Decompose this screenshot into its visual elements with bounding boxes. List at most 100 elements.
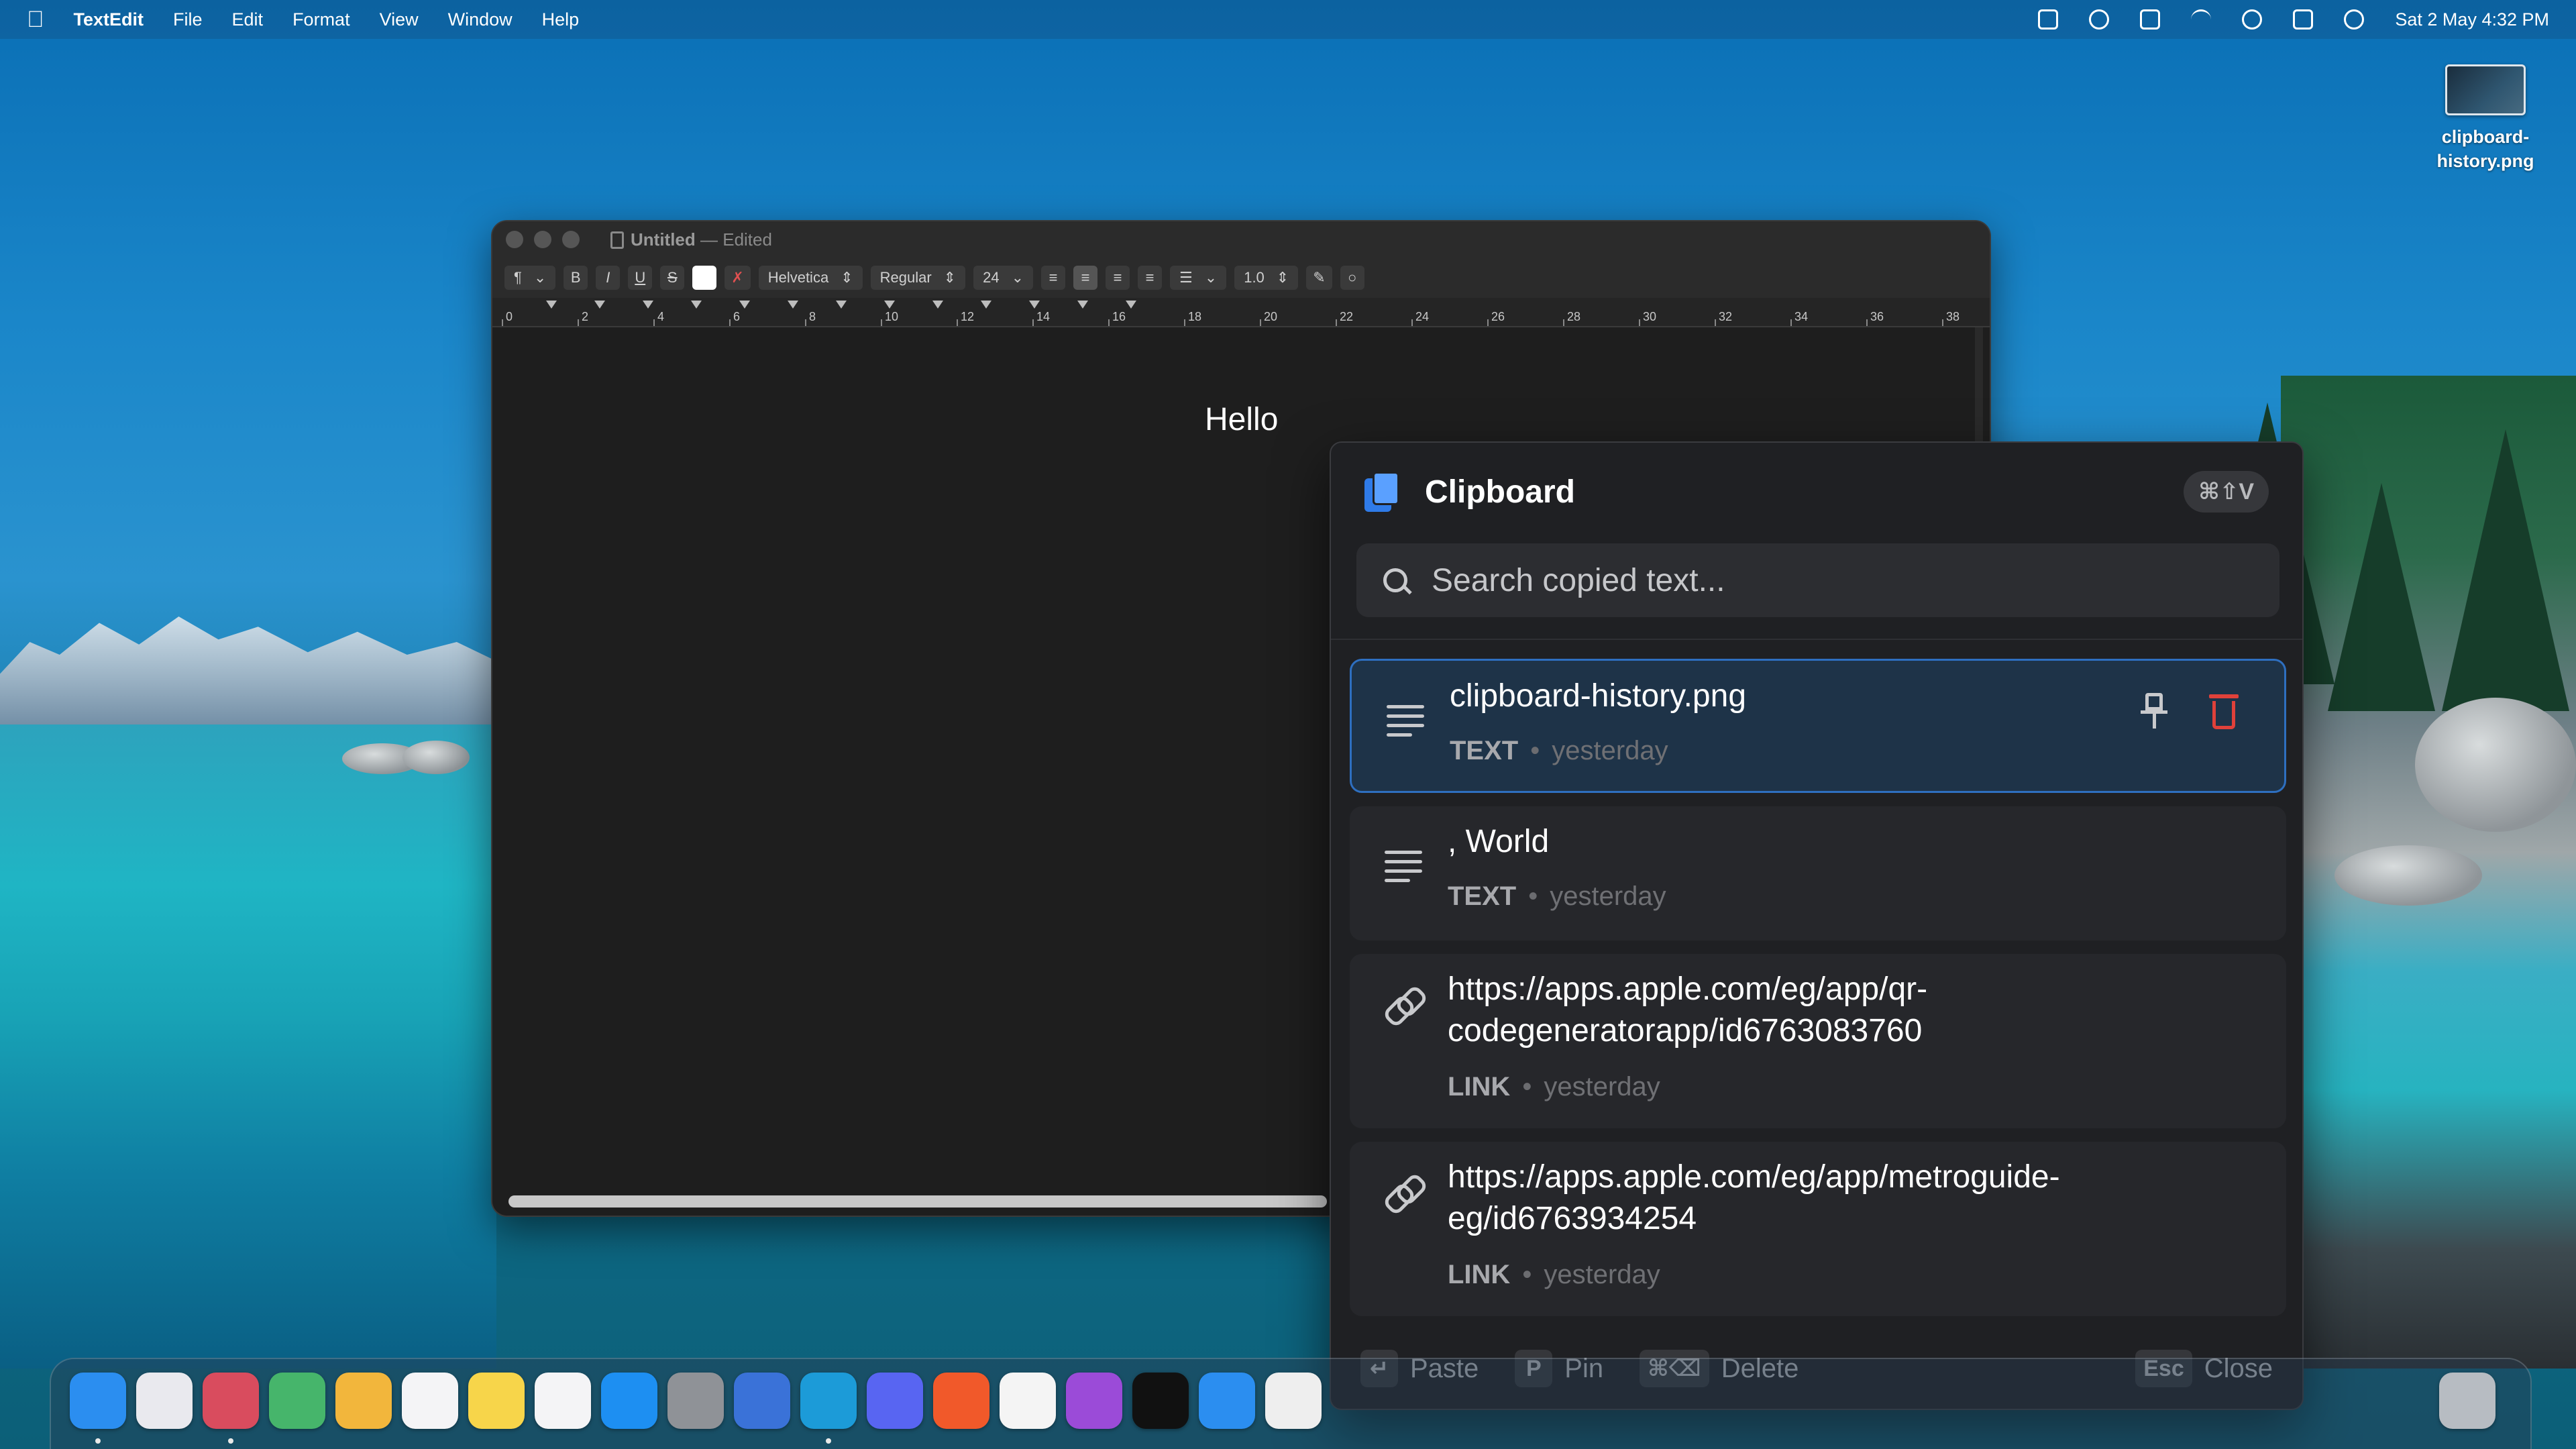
siri-icon[interactable] — [2344, 9, 2365, 30]
italic-button[interactable]: I — [596, 266, 621, 290]
edge-icon[interactable] — [800, 1373, 857, 1429]
finder-icon[interactable] — [70, 1373, 126, 1429]
wifi-icon[interactable] — [2191, 9, 2212, 30]
tab-stop-marker[interactable] — [691, 301, 702, 309]
minimize-window-button[interactable] — [534, 231, 551, 248]
search-field[interactable] — [1356, 543, 2279, 617]
launchpad-icon[interactable] — [136, 1373, 193, 1429]
ruler-number: 0 — [506, 310, 513, 323]
tab-stop-marker[interactable] — [643, 301, 653, 309]
freeform-icon[interactable] — [535, 1373, 591, 1429]
word-icon[interactable] — [1265, 1373, 1322, 1429]
swift-playgrounds-icon[interactable] — [933, 1373, 989, 1429]
align-center-icon[interactable]: ≡ — [1073, 266, 1098, 290]
podcasts-icon[interactable] — [1066, 1373, 1122, 1429]
control-center-icon[interactable] — [2293, 9, 2314, 30]
clipboard-status-icon[interactable] — [2038, 9, 2059, 30]
zoom-window-button[interactable] — [562, 231, 580, 248]
clipboard-item[interactable]: https://apps.apple.com/eg/app/metroguide… — [1350, 1142, 2286, 1316]
ruler-number: 36 — [1870, 310, 1884, 323]
trash-icon[interactable] — [2439, 1373, 2496, 1429]
ruler-tick — [1032, 319, 1034, 326]
clipboard-header: Clipboard ⌘⇧V — [1331, 443, 2302, 541]
menu-view[interactable]: View — [380, 9, 419, 30]
tab-stop-marker[interactable] — [594, 301, 605, 309]
app-store-icon[interactable] — [601, 1373, 657, 1429]
clipboard-item[interactable]: , World TEXT • yesterday — [1350, 806, 2286, 941]
ruler-number: 24 — [1415, 310, 1430, 323]
paragraph-style-popup[interactable]: ¶ ⌄ — [504, 266, 556, 290]
vectornator-icon[interactable] — [203, 1373, 259, 1429]
ruler-number: 26 — [1491, 310, 1505, 323]
clipboard-item[interactable]: clipboard-history.png TEXT • yesterday — [1350, 659, 2286, 793]
align-left-icon[interactable]: ≡ — [1041, 266, 1066, 290]
simulator-icon[interactable] — [734, 1373, 790, 1429]
shortcut-badge: ⌘⇧V — [2184, 471, 2269, 513]
tab-stop-marker[interactable] — [788, 301, 798, 309]
clipboard-title: Clipboard — [1425, 474, 1575, 510]
clipboard-item[interactable]: https://apps.apple.com/eg/app/qr- codege… — [1350, 954, 2286, 1128]
font-size-popup[interactable]: 24 ⌄ — [973, 266, 1034, 290]
circle-icon[interactable]: ○ — [1340, 266, 1364, 290]
bold-button[interactable]: B — [564, 266, 588, 290]
brightness-status-icon[interactable] — [2089, 9, 2110, 30]
ruler[interactable]: 0 2 4 6 8 10 12 14 16 18 20 22 24 26 28 30 32 34 36 38 — [492, 298, 1990, 327]
ruler-number: 12 — [961, 310, 975, 323]
menu-clock[interactable]: Sat 2 May 4:32 PM — [2395, 9, 2549, 30]
spotlight-search-icon[interactable] — [2242, 9, 2263, 30]
tab-stop-marker[interactable] — [1029, 301, 1040, 309]
pin-icon[interactable] — [2141, 693, 2167, 731]
document-text[interactable]: Hello — [1205, 401, 1278, 438]
menu-file[interactable]: File — [173, 9, 203, 30]
menu-app-name[interactable]: TextEdit — [74, 9, 144, 30]
reminders-icon[interactable] — [402, 1373, 458, 1429]
tab-stop-marker[interactable] — [981, 301, 991, 309]
delete-trash-icon[interactable] — [2209, 694, 2239, 729]
menu-edit[interactable]: Edit — [232, 9, 264, 30]
justify-icon[interactable]: ≡ — [1138, 266, 1163, 290]
tab-stop-marker[interactable] — [739, 301, 750, 309]
discord-icon[interactable] — [867, 1373, 923, 1429]
wallpaper-mountains — [0, 616, 496, 731]
align-right-icon[interactable]: ≡ — [1106, 266, 1130, 290]
wallpaper-rock — [2415, 698, 2576, 832]
font-family-popup[interactable]: Helvetica ⇕ — [758, 266, 863, 290]
tab-stop-marker[interactable] — [1126, 301, 1136, 309]
menu-format[interactable]: Format — [292, 9, 350, 30]
ruler-number: 38 — [1946, 310, 1960, 323]
notes-icon[interactable] — [468, 1373, 525, 1429]
ruler-number: 28 — [1567, 310, 1581, 323]
horizontal-scrollbar[interactable] — [508, 1195, 1327, 1208]
xcode-instruments-icon[interactable] — [1199, 1373, 1255, 1429]
desktop-file[interactable]: clipboard-history.png — [2408, 64, 2563, 173]
menu-help[interactable]: Help — [542, 9, 580, 30]
tab-stop-marker[interactable] — [836, 301, 847, 309]
unity-icon[interactable] — [1132, 1373, 1189, 1429]
input-source-icon[interactable] — [2140, 9, 2161, 30]
notion-icon[interactable] — [1000, 1373, 1056, 1429]
ruler-tick — [1866, 319, 1868, 326]
link-icon — [1385, 987, 1422, 1025]
close-window-button[interactable] — [506, 231, 523, 248]
strikethrough-button[interactable]: S — [660, 266, 685, 290]
line-spacing-popup[interactable]: 1.0 ⇕ — [1234, 266, 1299, 290]
edit-pencil-icon[interactable]: ✎ — [1306, 266, 1332, 290]
maps-icon[interactable] — [269, 1373, 325, 1429]
menu-window[interactable]: Window — [448, 9, 513, 30]
tab-stop-marker[interactable] — [1077, 301, 1088, 309]
clipboard-item-meta: TEXT • yesterday — [1448, 881, 1666, 911]
list-style-popup[interactable]: ☰ ⌄ — [1170, 266, 1227, 290]
font-style-popup[interactable]: Regular ⇕ — [870, 266, 966, 290]
search-input[interactable] — [1432, 561, 2279, 599]
clipboard-item-title: , World — [1448, 824, 1550, 859]
highlight-color-icon[interactable]: ✗ — [724, 266, 751, 290]
system-settings-icon[interactable] — [667, 1373, 724, 1429]
tab-stop-marker[interactable] — [546, 301, 557, 309]
tab-stop-marker[interactable] — [932, 301, 943, 309]
apple-menu-icon[interactable]:  — [27, 7, 44, 33]
photos-icon[interactable] — [335, 1373, 392, 1429]
underline-button[interactable]: U — [628, 266, 653, 290]
tab-stop-marker[interactable] — [884, 301, 895, 309]
ruler-tick — [1715, 319, 1716, 326]
text-color-well[interactable] — [692, 266, 717, 290]
